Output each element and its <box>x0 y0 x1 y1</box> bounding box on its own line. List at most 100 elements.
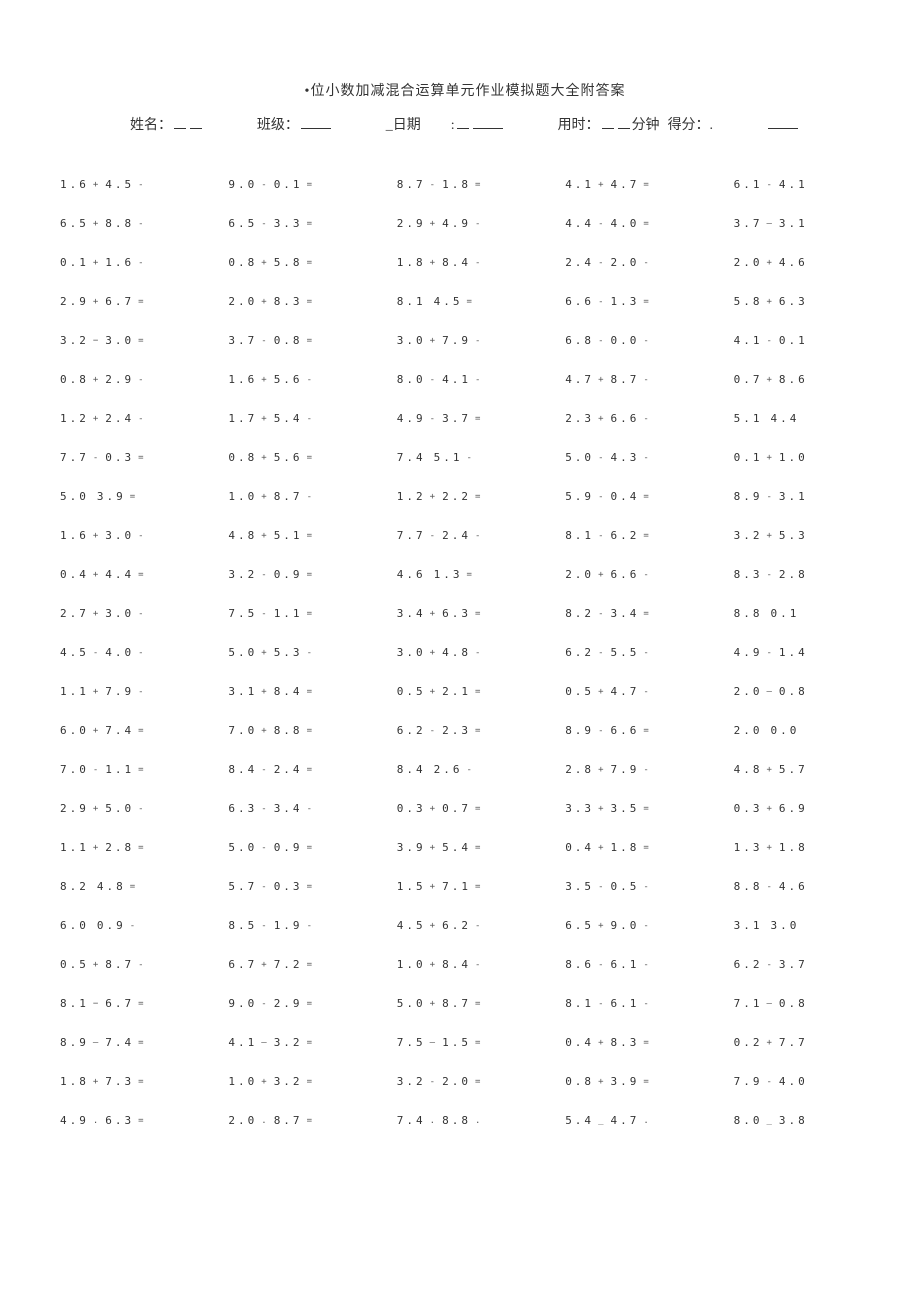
equals-sign: - <box>134 687 150 697</box>
operator: + <box>762 531 778 541</box>
operand-b: 4.7 <box>610 178 639 191</box>
operand-a: 4.9 <box>734 646 763 659</box>
equals-sign: = <box>471 843 487 853</box>
equation: 5.0-4.3- <box>565 451 701 464</box>
operand-a: 8.8 <box>734 607 763 620</box>
equals-sign: = <box>134 570 150 580</box>
operand-a: 2.0 <box>228 295 257 308</box>
equals-sign: = <box>303 999 319 1009</box>
equation: 2.0+4.6 <box>734 256 870 269</box>
operand-b: 5.3 <box>274 646 303 659</box>
operand-a: 6.0 <box>60 724 89 737</box>
equation: 3.9+5.4= <box>397 841 533 854</box>
operator: + <box>762 375 778 385</box>
operator: + <box>594 570 610 580</box>
equals-sign: = <box>471 882 487 892</box>
operand-a: 6.5 <box>228 217 257 230</box>
equals-sign: - <box>134 609 150 619</box>
operand-b: 3.2 <box>274 1075 303 1088</box>
operand-a: 4.7 <box>565 373 594 386</box>
equation: 0.2+7.7 <box>734 1036 870 1049</box>
operator: + <box>257 258 273 268</box>
equation: 3.7—3.1 <box>734 217 870 230</box>
equation: 1.6+3.0- <box>60 529 196 542</box>
equals-sign: - <box>303 375 319 385</box>
equals-sign: = <box>463 570 479 580</box>
operator: + <box>257 531 273 541</box>
operand-b: 2.1 <box>442 685 471 698</box>
operator: - <box>257 336 273 346</box>
operand-b: 5.0 <box>105 802 134 815</box>
operand-a: 8.0 <box>734 1114 763 1127</box>
operator: - <box>594 726 610 736</box>
operand-b: 3.4 <box>274 802 303 815</box>
operand-a: 7.5 <box>397 1036 426 1049</box>
operator: + <box>426 882 442 892</box>
operator: + <box>89 531 105 541</box>
operand-a: 2.9 <box>60 802 89 815</box>
equation: 3.4+6.3= <box>397 607 533 620</box>
equals-sign: = <box>134 1116 150 1126</box>
operand-b: 2.8 <box>779 568 808 581</box>
equals-sign: - <box>639 687 655 697</box>
operand-b: 7.9 <box>105 685 134 698</box>
equals-sign: - <box>639 765 655 775</box>
operand-a: 8.2 <box>60 880 89 893</box>
equation: 7.5-1.1= <box>228 607 364 620</box>
operand-b: 8.7 <box>442 997 471 1010</box>
equals-sign: = <box>134 1038 150 1048</box>
operator: - <box>762 960 778 970</box>
equals-sign: = <box>303 336 319 346</box>
equals-sign: - <box>639 453 655 463</box>
operand-b: 0.5 <box>610 880 639 893</box>
operand-b: 8.8 <box>442 1114 471 1127</box>
operator: - <box>426 726 442 736</box>
operator: + <box>426 336 442 346</box>
operator: - <box>594 648 610 658</box>
operator: - <box>257 570 273 580</box>
operand-a: 2.9 <box>397 217 426 230</box>
operator: + <box>257 492 273 502</box>
equation: 0.4+1.8= <box>565 841 701 854</box>
operand-a: 7.0 <box>60 763 89 776</box>
equals-sign: = <box>134 843 150 853</box>
operand-b: 5.1 <box>274 529 303 542</box>
operator: - <box>89 648 105 658</box>
class-field: 班级： <box>257 114 333 134</box>
operand-a: 1.6 <box>60 529 89 542</box>
operand-a: 5.4 <box>565 1114 594 1127</box>
equation: 8.0_3.8 <box>734 1114 870 1127</box>
operand-b: 3.0 <box>105 607 134 620</box>
equals-sign: = <box>303 258 319 268</box>
operand-a: 4.9 <box>60 1114 89 1127</box>
operand-b: 4.9 <box>442 217 471 230</box>
equation: 0.5+4.7- <box>565 685 701 698</box>
operand-b: 6.6 <box>610 412 639 425</box>
equals-sign: = <box>134 1077 150 1087</box>
equals-sign: = <box>303 1038 319 1048</box>
equals-sign: - <box>639 258 655 268</box>
equals-sign: = <box>639 804 655 814</box>
operator: + <box>89 258 105 268</box>
operand-b: 7.3 <box>105 1075 134 1088</box>
time-blank-1 <box>602 117 614 129</box>
operand-a: 0.1 <box>60 256 89 269</box>
operand-a: 7.0 <box>228 724 257 737</box>
equals-sign: = <box>134 999 150 1009</box>
equals-sign: = <box>471 687 487 697</box>
operator: - <box>762 882 778 892</box>
equation: 4.9-1.4 <box>734 646 870 659</box>
operand-b: 8.8 <box>105 217 134 230</box>
operand-b: 5.6 <box>274 373 303 386</box>
operator: . <box>426 1116 442 1126</box>
operand-a: 3.5 <box>565 880 594 893</box>
worksheet-title: •位小数加减混合运算单元作业模拟题大全附答案 <box>60 80 870 100</box>
operand-b: 0.1 <box>779 334 808 347</box>
equals-sign: - <box>639 375 655 385</box>
operand-b: 1.8 <box>779 841 808 854</box>
operand-b: 1.3 <box>434 568 463 581</box>
equation: 1.5+7.1= <box>397 880 533 893</box>
equation: 9.0-0.1= <box>228 178 364 191</box>
operand-b: 0.1 <box>274 178 303 191</box>
equation: 7.1—0.8 <box>734 997 870 1010</box>
